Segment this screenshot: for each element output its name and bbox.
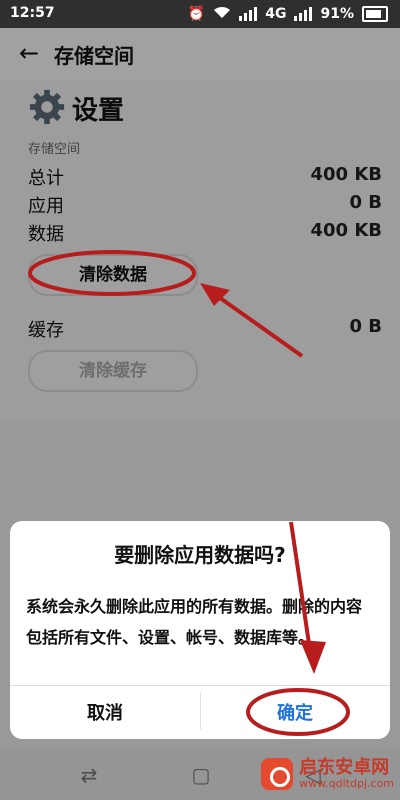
- alarm-icon: ⏰: [187, 6, 206, 22]
- signal-icon-2: [294, 7, 313, 21]
- dialog-message: 系统会永久删除此应用的所有数据。删除的内容包括所有文件、设置、帐号、数据库等。: [26, 597, 363, 647]
- divider: [10, 685, 390, 686]
- cancel-button[interactable]: 取消: [10, 689, 200, 739]
- signal-icon: [239, 7, 258, 21]
- dialog-title: 要删除应用数据吗?: [114, 543, 286, 567]
- watermark-url: www.qdltdpj.com: [299, 777, 394, 790]
- status-bar: 12:57 ⏰ 4G 91%: [0, 0, 400, 28]
- battery-percent: 91%: [320, 6, 354, 22]
- status-time: 12:57: [10, 5, 55, 21]
- watermark-title: 启东安卓网: [299, 757, 390, 778]
- watermark: 启东安卓网 www.qdltdpj.com: [261, 758, 394, 790]
- battery-icon: [362, 6, 388, 22]
- watermark-logo-icon: [261, 758, 294, 790]
- wifi-icon: [213, 5, 231, 23]
- network-type: 4G: [265, 6, 287, 22]
- confirm-dialog: 要删除应用数据吗? 系统会永久删除此应用的所有数据。删除的内容包括所有文件、设置…: [10, 521, 390, 739]
- status-icons: ⏰ 4G 91%: [188, 5, 388, 23]
- ok-button[interactable]: 确定: [200, 689, 390, 739]
